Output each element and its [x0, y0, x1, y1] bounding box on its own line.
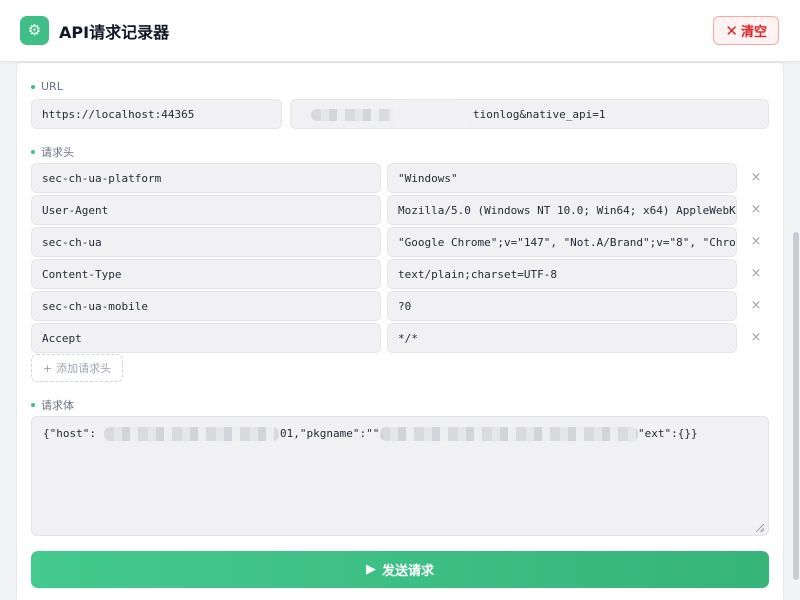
- url-host-value: https://localhost:44365: [42, 107, 195, 121]
- remove-header-button[interactable]: ×: [748, 329, 764, 345]
- header-key-input[interactable]: sec-ch-ua: [31, 227, 381, 257]
- headers-label-text: 请求头: [41, 146, 74, 159]
- redacted-area: [380, 427, 638, 441]
- bullet-dot: [31, 403, 35, 407]
- header-key-input[interactable]: Accept: [31, 323, 381, 353]
- header-value-text: */*: [398, 331, 418, 345]
- add-header-label: 添加请求头: [56, 362, 112, 375]
- header-value-input[interactable]: Mozilla/5.0 (Windows NT 10.0; Win64; x64…: [387, 195, 737, 225]
- body-section-label: 请求体: [31, 397, 74, 413]
- remove-header-button[interactable]: ×: [748, 265, 764, 281]
- header-value-input[interactable]: "Google Chrome";v="147", "Not.A/Brand";v…: [387, 227, 737, 257]
- send-button-label: 发送请求: [381, 564, 434, 579]
- body-text: {"host":: [43, 427, 96, 440]
- header-key-text: sec-ch-ua-platform: [42, 171, 162, 185]
- url-path-input[interactable]: tionlog&native_api=1: [290, 99, 769, 129]
- header-value-text: "Windows": [398, 171, 458, 185]
- remove-header-button[interactable]: ×: [748, 233, 764, 249]
- header-key-text: sec-ch-ua-mobile: [42, 299, 148, 313]
- request-body-textarea[interactable]: {"host": 01,"pkgname":"", "ext":{}}: [31, 416, 769, 536]
- body-text: 01,"pkgname":"",: [280, 427, 386, 440]
- header-value-input[interactable]: text/plain;charset=UTF-8: [387, 259, 737, 289]
- bullet-dot: [31, 150, 35, 154]
- header-value-text: text/plain;charset=UTF-8: [398, 267, 557, 281]
- url-section-label: URL: [31, 80, 63, 93]
- header-key-text: sec-ch-ua: [42, 235, 102, 249]
- bullet-dot: [31, 84, 35, 89]
- plus-icon: +: [42, 361, 53, 375]
- header-value-input[interactable]: */*: [387, 323, 737, 353]
- header-value-text: Mozilla/5.0 (Windows NT 10.0; Win64; x64…: [398, 203, 737, 217]
- remove-header-button[interactable]: ×: [748, 297, 764, 313]
- header-key-text: User-Agent: [42, 203, 109, 217]
- page-scrollbar[interactable]: [792, 62, 800, 600]
- redacted-area: [104, 427, 279, 441]
- clear-button-label: 清空: [740, 25, 767, 40]
- card-divider: [16, 62, 784, 63]
- url-label-text: URL: [41, 80, 63, 93]
- header-value-input[interactable]: ?0: [387, 291, 737, 321]
- header-value-text: "Google Chrome";v="147", "Not.A/Brand";v…: [398, 235, 737, 249]
- gear-icon: ⚙: [20, 16, 49, 45]
- redacted-area: [391, 100, 471, 128]
- header-key-input[interactable]: sec-ch-ua-platform: [31, 163, 381, 193]
- url-path-value: tionlog&native_api=1: [473, 107, 606, 121]
- header-value-text: ?0: [398, 299, 412, 313]
- body-text: "ext":{}}: [638, 427, 698, 440]
- body-label-text: 请求体: [41, 399, 74, 412]
- header-key-text: Content-Type: [42, 267, 122, 281]
- resize-handle[interactable]: [756, 524, 764, 532]
- remove-header-button[interactable]: ×: [748, 201, 764, 217]
- remove-header-button[interactable]: ×: [748, 169, 764, 185]
- header-key-input[interactable]: sec-ch-ua-mobile: [31, 291, 381, 321]
- send-request-button[interactable]: ▶ 发送请求: [31, 551, 769, 588]
- header-key-input[interactable]: User-Agent: [31, 195, 381, 225]
- header-value-input[interactable]: "Windows": [387, 163, 737, 193]
- scrollbar-thumb[interactable]: [793, 232, 799, 580]
- clear-button[interactable]: ✕ 清空: [713, 16, 779, 45]
- url-host-input[interactable]: https://localhost:44365: [31, 99, 282, 129]
- page-title: API请求记录器: [59, 22, 170, 42]
- header-key-text: Accept: [42, 331, 82, 345]
- play-icon: ▶: [365, 562, 376, 577]
- add-header-button[interactable]: + 添加请求头: [31, 354, 123, 382]
- app-header: ⚙ API请求记录器 ✕ 清空: [0, 0, 800, 62]
- close-icon: ✕: [725, 21, 738, 40]
- headers-section-label: 请求头: [31, 144, 74, 160]
- header-key-input[interactable]: Content-Type: [31, 259, 381, 289]
